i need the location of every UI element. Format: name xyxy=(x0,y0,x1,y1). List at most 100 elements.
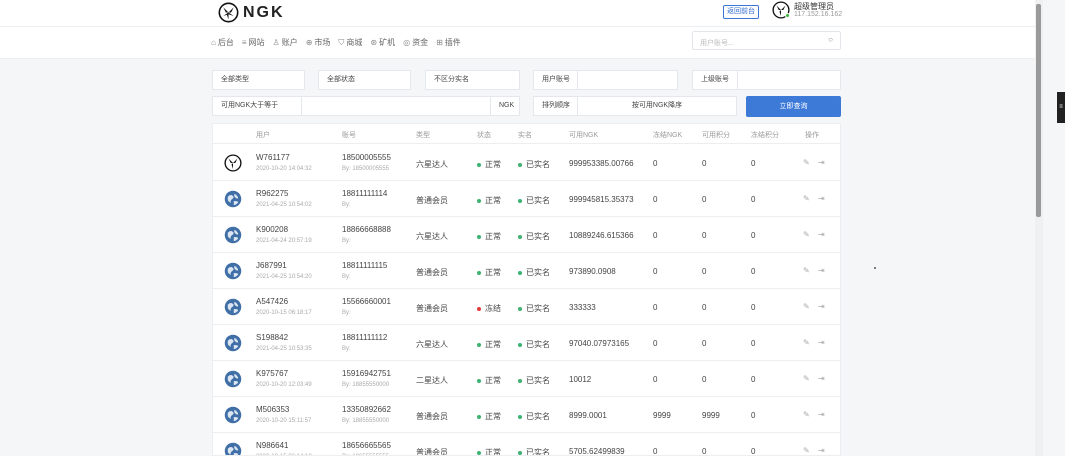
account-phone: 18656665565 xyxy=(342,441,391,450)
realname-badge: 已实名 xyxy=(518,231,550,242)
edit-icon[interactable]: ✎ xyxy=(803,194,810,203)
login-as-icon[interactable]: ⇥ xyxy=(818,338,825,347)
user-avatar xyxy=(224,154,242,172)
login-as-icon[interactable]: ⇥ xyxy=(818,230,825,239)
register-time: 2020-10-15 06:18:17 xyxy=(256,310,312,316)
user-account-input[interactable] xyxy=(577,70,678,90)
login-as-icon[interactable]: ⇥ xyxy=(818,266,825,275)
account-search-input[interactable] xyxy=(693,35,813,52)
user-id[interactable]: M506353 xyxy=(256,405,289,414)
register-time: 2020-10-20 12:03:49 xyxy=(256,382,312,388)
logo[interactable]: NGK xyxy=(218,2,285,23)
edit-icon[interactable]: ✎ xyxy=(803,158,810,167)
login-as-icon[interactable]: ⇥ xyxy=(818,302,825,311)
user-id[interactable]: K975767 xyxy=(256,369,288,378)
nav-item-label: 后台 xyxy=(217,38,234,47)
nav-item-funds[interactable]: ◎ 资金 xyxy=(403,37,428,48)
ngk-unit-label: NGK xyxy=(490,96,520,116)
search-icon[interactable]: ○ xyxy=(828,35,833,44)
logo-text: NGK xyxy=(243,3,285,21)
table-row[interactable]: K900208 2021-04-24 20:57:19 18866668888 By:… xyxy=(213,217,840,253)
login-as-icon[interactable]: ⇥ xyxy=(818,446,825,455)
available-points: 0 xyxy=(702,303,707,312)
type-select[interactable]: 全部类型 xyxy=(212,70,305,90)
member-type: 普通会员 xyxy=(416,268,448,277)
frozen-points: 0 xyxy=(751,159,756,168)
referrer: By: xyxy=(342,202,351,208)
nav-item-label: 资金 xyxy=(412,38,429,47)
user-id[interactable]: N986641 xyxy=(256,441,288,450)
users-table: 用户 账号 类型 状态 实名 可用NGK 冻结NGK 可用积分 冻结积分 操作 … xyxy=(212,123,841,456)
scrollbar-thumb[interactable] xyxy=(1036,4,1041,217)
edit-icon[interactable]: ✎ xyxy=(803,266,810,275)
user-id[interactable]: K900208 xyxy=(256,225,288,234)
nav-item-website[interactable]: ≡ 网站 xyxy=(242,37,265,48)
nav-item-market[interactable]: ⊕ 市场 xyxy=(306,37,331,48)
user-id[interactable]: J687991 xyxy=(256,261,287,270)
table-row[interactable]: R962275 2021-04-25 10:54:02 18811111114 By:… xyxy=(213,181,840,217)
nav-item-miner[interactable]: ⊛ 矿机 xyxy=(370,37,395,48)
nav-item-dashboard[interactable]: ⌂ 后台 xyxy=(211,37,234,48)
realname-label: 已实名 xyxy=(526,340,550,349)
available-ngk: 10889246.615366 xyxy=(569,231,634,240)
globe-icon: ⊕ xyxy=(305,38,313,47)
status-select[interactable]: 全部状态 xyxy=(318,70,411,90)
table-row[interactable]: J687991 2021-04-25 10:54:20 18811111115 By:… xyxy=(213,253,840,289)
status-badge: 正常 xyxy=(477,231,501,242)
edit-icon[interactable]: ✎ xyxy=(803,302,810,311)
member-type: 六星达人 xyxy=(416,340,448,349)
frozen-points: 0 xyxy=(751,231,756,240)
table-row[interactable]: N9866412020-10-15 06:14:1218656665565By:… xyxy=(213,433,840,456)
user-id[interactable]: W761177 xyxy=(256,153,290,162)
user-avatar xyxy=(224,406,242,424)
user-id[interactable]: R962275 xyxy=(256,189,288,198)
nav-item-mall[interactable]: ⛉ 商城 xyxy=(338,37,362,48)
realname-select[interactable]: 不区分实名 xyxy=(425,70,520,90)
status-badge: 正常 xyxy=(477,411,501,422)
nav-item-label: 矿机 xyxy=(379,38,396,47)
table-row[interactable]: A547426 2020-10-15 06:18:17 15566660001 By:… xyxy=(213,289,840,325)
table-row[interactable]: M506353 2020-10-20 15:11:57 13350892662 By:… xyxy=(213,397,840,433)
frozen-points: 0 xyxy=(751,303,756,312)
user-id[interactable]: A547426 xyxy=(256,297,288,306)
sort-order-select[interactable]: 按可用NGK降序 xyxy=(577,96,737,116)
edit-icon[interactable]: ✎ xyxy=(803,374,810,383)
col-actions: 操作 xyxy=(805,132,819,139)
table-row[interactable]: S198842 2021-04-25 10:53:35 18811111112 By:… xyxy=(213,325,840,361)
ngk-min-input[interactable] xyxy=(301,96,491,116)
frozen-points: 0 xyxy=(751,339,756,348)
login-as-icon[interactable]: ⇥ xyxy=(818,410,825,419)
member-type: 六星达人 xyxy=(416,160,448,169)
status-badge: 正常 xyxy=(477,375,501,386)
edit-icon[interactable]: ✎ xyxy=(803,446,810,455)
login-as-icon[interactable]: ⇥ xyxy=(818,158,825,167)
account-phone: 18500005555 xyxy=(342,153,391,162)
query-button[interactable]: 立即查询 xyxy=(746,96,841,117)
status-label: 正常 xyxy=(485,448,501,456)
realname-dot xyxy=(518,234,522,239)
status-badge: 正常 xyxy=(477,267,501,278)
user-id[interactable]: S198842 xyxy=(256,333,288,342)
nav-item-label: 插件 xyxy=(444,38,461,47)
parent-account-label: 上级账号 xyxy=(692,70,738,90)
nav-item-accounts[interactable]: ♙ 账户 xyxy=(273,37,298,48)
realname-label: 已实名 xyxy=(526,304,550,313)
status-dot xyxy=(477,234,481,239)
nav-item-plugins[interactable]: ⊞ 插件 xyxy=(436,37,461,48)
realname-badge: 已实名 xyxy=(518,339,550,350)
col-type: 类型 xyxy=(416,132,430,139)
realname-badge: 已实名 xyxy=(518,195,550,206)
login-as-icon[interactable]: ⇥ xyxy=(818,194,825,203)
table-row[interactable]: K975767 2020-10-20 12:03:49 15916942751 By:… xyxy=(213,361,840,397)
table-row[interactable]: W761177 2020-10-20 14:04:32 18500005555 By:… xyxy=(213,145,840,181)
edit-icon[interactable]: ✎ xyxy=(803,230,810,239)
side-panel-toggle[interactable]: ≡ xyxy=(1057,92,1065,123)
edit-icon[interactable]: ✎ xyxy=(803,410,810,419)
edit-icon[interactable]: ✎ xyxy=(803,338,810,347)
account-phone: 15916942751 xyxy=(342,369,391,378)
back-to-frontend-button[interactable]: 返回前台 xyxy=(723,5,759,19)
realname-dot xyxy=(518,378,522,383)
account-phone: 13350892662 xyxy=(342,405,391,414)
parent-account-input[interactable] xyxy=(737,70,841,90)
login-as-icon[interactable]: ⇥ xyxy=(818,374,825,383)
